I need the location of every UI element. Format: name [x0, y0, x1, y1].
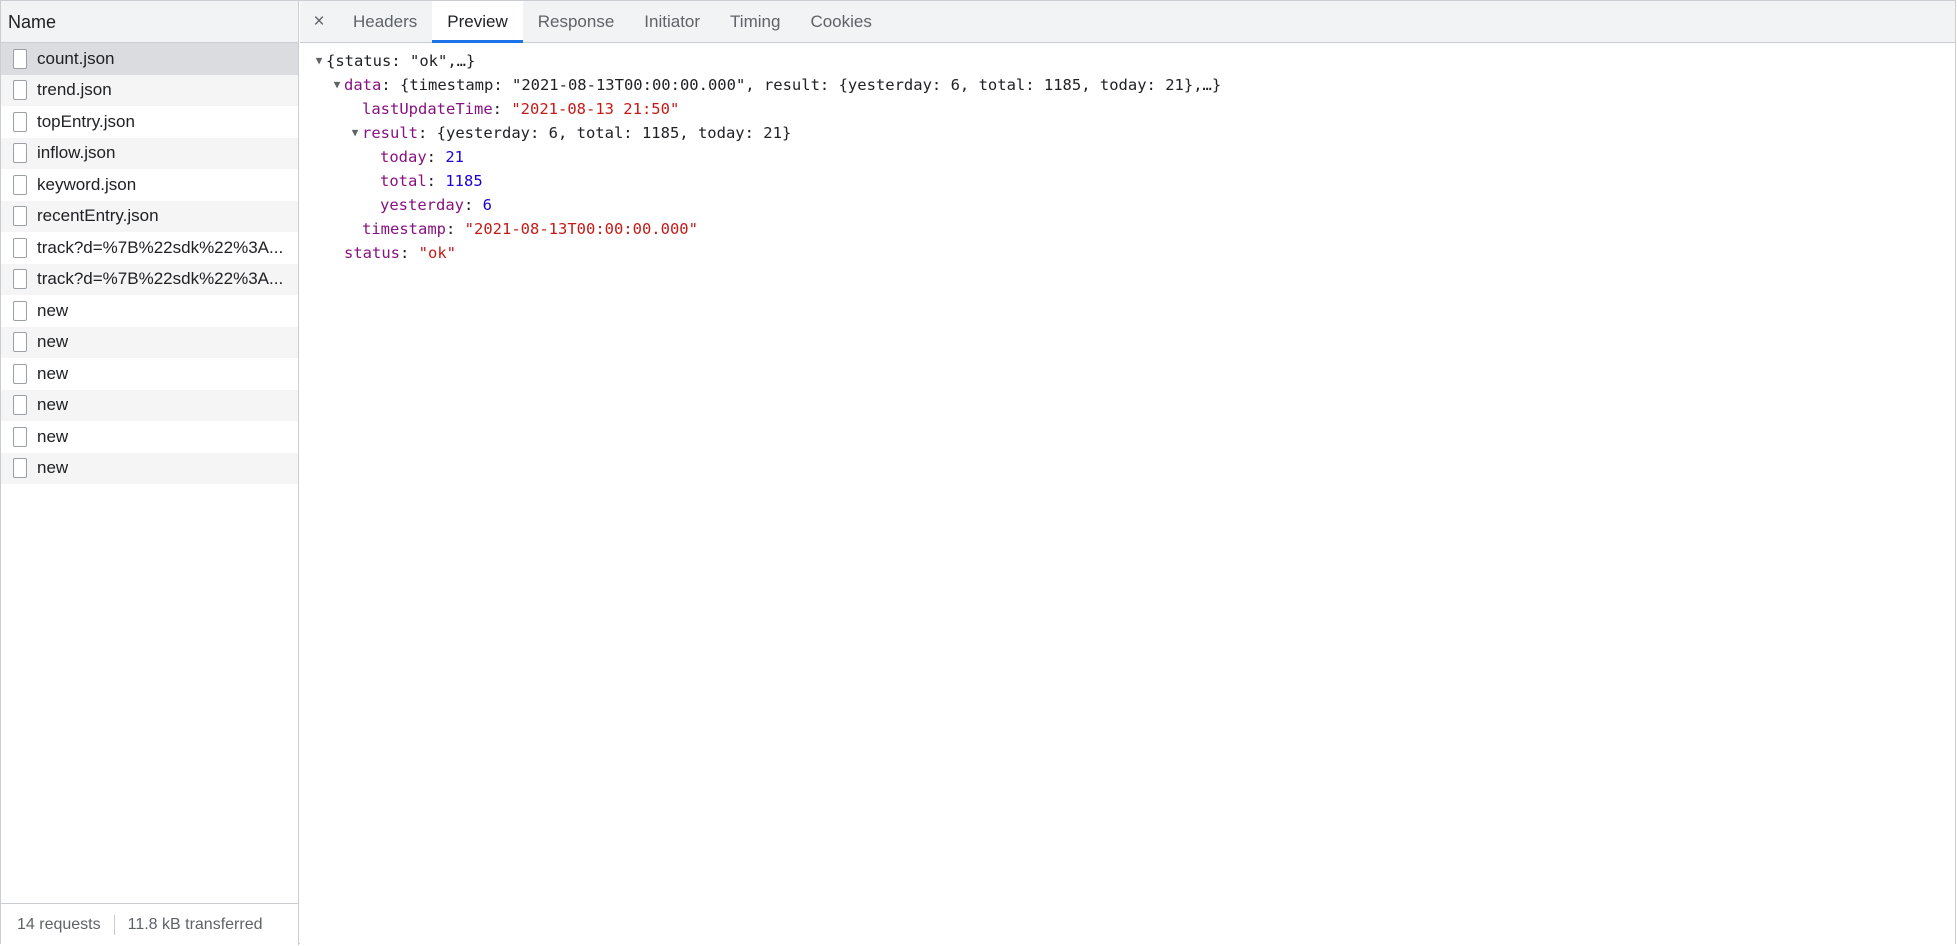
json-key: result — [362, 124, 418, 142]
json-key: yesterday — [380, 196, 464, 214]
close-icon[interactable]: × — [300, 1, 338, 42]
tab-timing[interactable]: Timing — [715, 1, 795, 42]
document-icon — [13, 269, 27, 290]
request-name: new — [37, 426, 69, 446]
expanded-triangle-icon[interactable]: ▼ — [312, 49, 326, 73]
root-summary: {status: "ok",…} — [326, 52, 476, 70]
json-number-value: 1185 — [445, 172, 483, 190]
tab-headers[interactable]: Headers — [338, 1, 432, 42]
expanded-triangle-icon[interactable]: ▼ — [348, 121, 362, 145]
json-key: today — [380, 148, 427, 166]
tree-node-root[interactable]: ▼ {status: "ok",…} — [300, 49, 1955, 73]
request-name: topEntry.json — [37, 111, 135, 131]
document-icon — [13, 80, 27, 101]
detail-tab-bar: × Headers Preview Response Initiator Tim… — [300, 1, 1955, 43]
request-list-panel: Name count.json trend.json topEntry.json… — [1, 1, 299, 945]
transferred-size: 11.8 kB transferred — [127, 915, 263, 933]
request-row[interactable]: topEntry.json — [1, 106, 298, 138]
tree-leaf-lastupdatetime: lastUpdateTime: "2021-08-13 21:50" — [300, 97, 1955, 121]
request-row[interactable]: track?d=%7B%22sdk%22%3A... — [1, 232, 298, 264]
request-name: new — [37, 363, 69, 383]
devtools-network-panel: Name count.json trend.json topEntry.json… — [0, 0, 1956, 945]
request-detail-panel: × Headers Preview Response Initiator Tim… — [300, 1, 1955, 945]
document-icon — [13, 458, 27, 479]
request-name: keyword.json — [37, 174, 137, 194]
json-key: status — [344, 244, 400, 262]
request-name: new — [37, 300, 69, 320]
request-name: new — [37, 458, 69, 478]
request-row[interactable]: new — [1, 295, 298, 327]
request-row[interactable]: new — [1, 326, 298, 358]
json-key: lastUpdateTime — [362, 100, 493, 118]
document-icon — [13, 332, 27, 353]
json-key: data — [344, 76, 382, 94]
request-name: track?d=%7B%22sdk%22%3A... — [37, 237, 284, 257]
document-icon — [13, 363, 27, 384]
request-row[interactable]: recentEntry.json — [1, 200, 298, 232]
tab-response[interactable]: Response — [523, 1, 630, 42]
network-status-bar: 14 requests 11.8 kB transferred — [1, 903, 298, 945]
request-row[interactable]: new — [1, 389, 298, 421]
tree-leaf-yesterday: yesterday: 6 — [300, 193, 1955, 217]
document-icon — [13, 395, 27, 416]
request-row[interactable]: track?d=%7B%22sdk%22%3A... — [1, 263, 298, 295]
result-summary: {yesterday: 6, total: 1185, today: 21} — [436, 124, 792, 142]
json-number-value: 6 — [482, 196, 493, 214]
request-name: count.json — [37, 48, 115, 68]
request-row[interactable]: count.json — [1, 43, 298, 75]
document-icon — [13, 111, 27, 132]
json-key: timestamp — [362, 220, 446, 238]
document-icon — [13, 143, 27, 164]
tree-leaf-today: today: 21 — [300, 145, 1955, 169]
document-icon — [13, 300, 27, 321]
tree-node-data[interactable]: ▼ data: {timestamp: "2021-08-13T00:00:00.… — [300, 73, 1955, 97]
tree-node-result[interactable]: ▼ result: {yesterday: 6, total: 1185, tod… — [300, 121, 1955, 145]
request-row[interactable]: trend.json — [1, 74, 298, 106]
document-icon — [13, 174, 27, 195]
json-string-value: "2021-08-13T00:00:00.000" — [464, 220, 698, 238]
request-name: track?d=%7B%22sdk%22%3A... — [37, 269, 284, 289]
request-row[interactable]: new — [1, 452, 298, 484]
request-name: trend.json — [37, 80, 112, 100]
request-name: recentEntry.json — [37, 206, 159, 226]
request-count: 14 requests — [17, 915, 101, 933]
request-name: inflow.json — [37, 143, 116, 163]
data-summary: {timestamp: "2021-08-13T00:00:00.000", r… — [400, 76, 1222, 94]
json-number-value: 21 — [445, 148, 465, 166]
tree-leaf-timestamp: timestamp: "2021-08-13T00:00:00.000" — [300, 217, 1955, 241]
tab-initiator[interactable]: Initiator — [629, 1, 715, 42]
json-preview-tree: ▼ {status: "ok",…} ▼ data: {timestamp: "20… — [300, 43, 1955, 265]
tree-leaf-status: status: "ok" — [300, 241, 1955, 265]
document-icon — [13, 206, 27, 227]
json-key: total — [380, 172, 427, 190]
request-row[interactable]: keyword.json — [1, 169, 298, 201]
request-row[interactable]: new — [1, 421, 298, 453]
request-name: new — [37, 332, 69, 352]
tree-leaf-total: total: 1185 — [300, 169, 1955, 193]
document-icon — [13, 48, 27, 69]
tab-preview[interactable]: Preview — [432, 1, 524, 43]
request-row[interactable]: new — [1, 358, 298, 390]
document-icon — [13, 237, 27, 258]
request-row[interactable]: inflow.json — [1, 137, 298, 169]
document-icon — [13, 426, 27, 447]
request-list: count.json trend.json topEntry.json infl… — [1, 43, 298, 484]
name-column-header[interactable]: Name — [1, 1, 298, 43]
request-name: new — [37, 395, 69, 415]
json-string-value: "2021-08-13 21:50" — [511, 100, 680, 118]
json-string-value: "ok" — [418, 244, 456, 262]
expanded-triangle-icon[interactable]: ▼ — [330, 73, 344, 97]
tab-cookies[interactable]: Cookies — [795, 1, 886, 42]
